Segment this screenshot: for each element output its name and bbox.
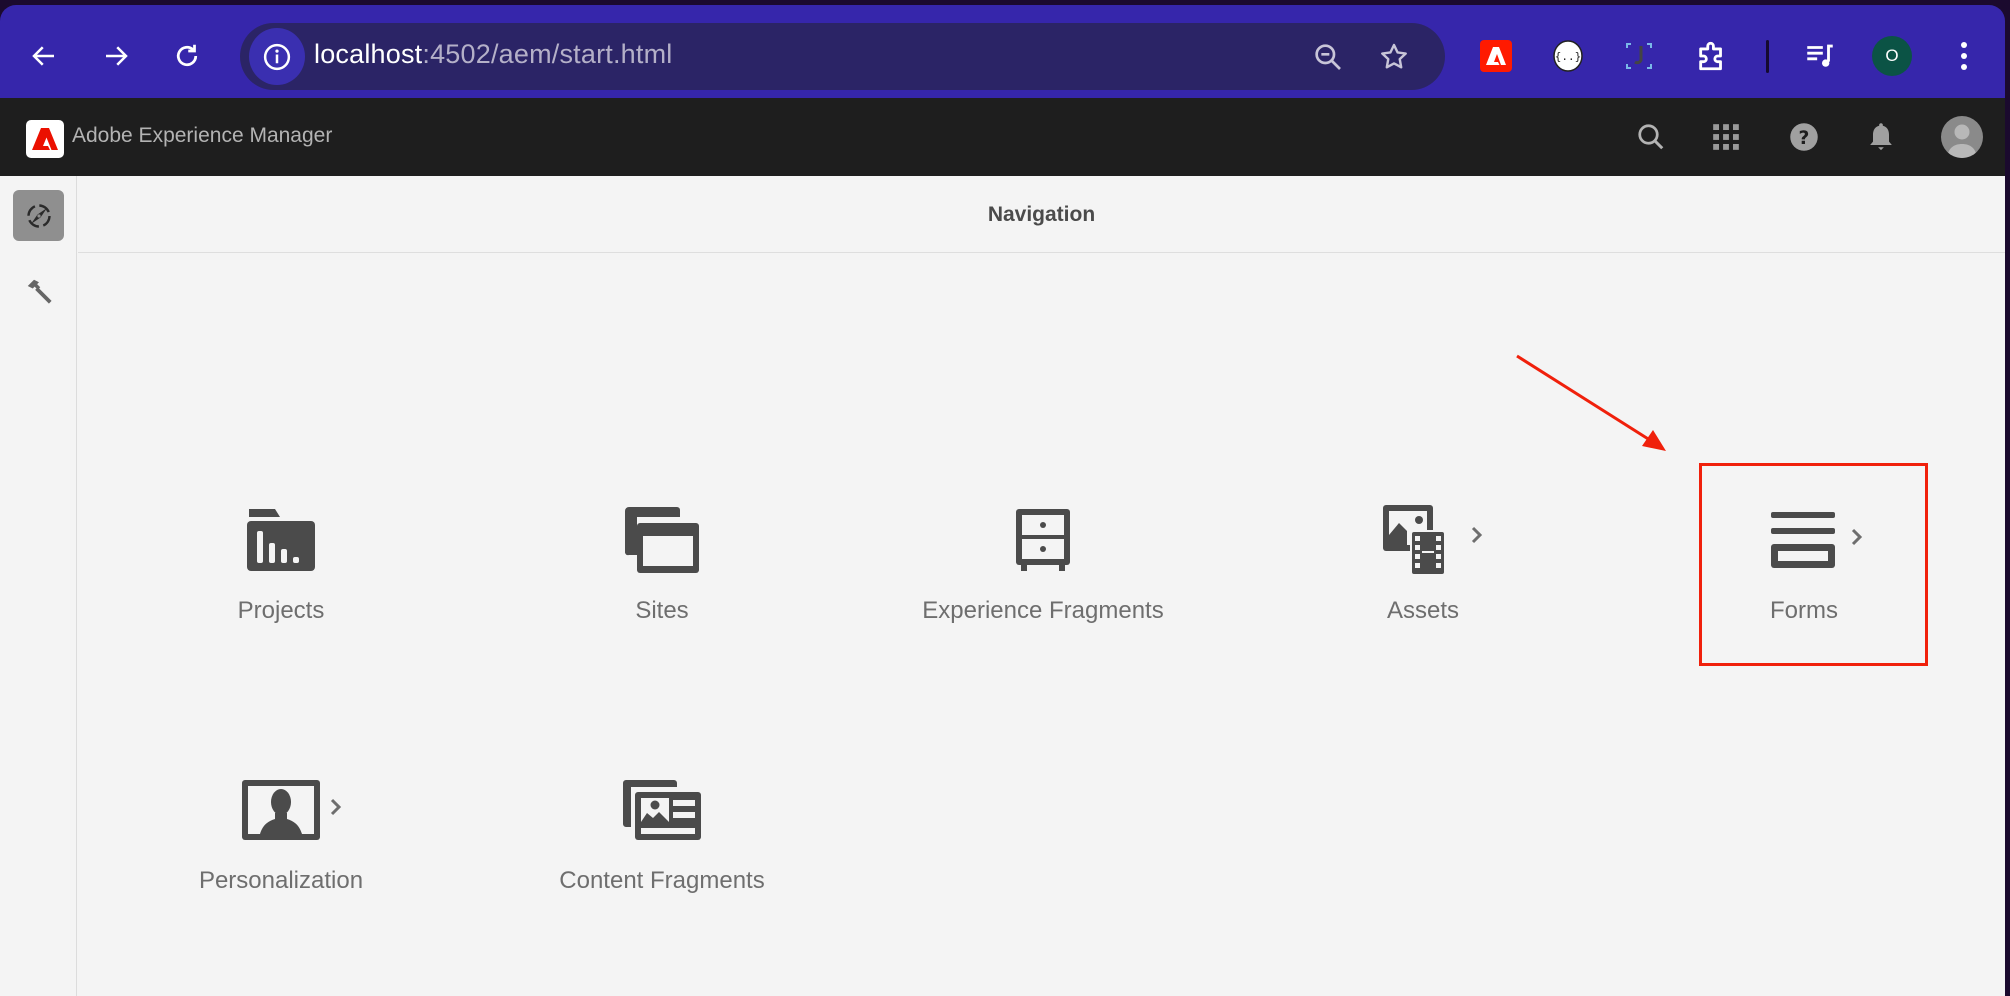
info-icon — [263, 43, 291, 70]
main-content: Navigation Projects Sites Experience Fra… — [0, 176, 2005, 996]
tile-label: Personalization — [198, 867, 364, 894]
nav-tile-content-fragments[interactable]: Content Fragments — [547, 730, 777, 930]
browser-toolbar: localhost:4502/aem/start.html {..} O — [0, 5, 2005, 98]
url-text[interactable]: localhost:4502/aem/start.html — [314, 39, 673, 70]
zoom-out-button[interactable] — [1312, 41, 1344, 73]
sites-windows-icon — [547, 500, 777, 580]
profile-button[interactable]: O — [1872, 36, 1912, 76]
help-button[interactable]: ? — [1786, 119, 1822, 155]
notifications-bell-icon — [1870, 123, 1892, 151]
chevron-right-icon — [1851, 528, 1863, 546]
search-icon — [1638, 124, 1664, 150]
hammer-icon — [27, 279, 52, 304]
app-title[interactable]: Adobe Experience Manager — [72, 124, 332, 148]
bookmark-button[interactable] — [1378, 41, 1410, 73]
tile-label: Experience Fragments — [922, 597, 1164, 624]
bracket-extension-button[interactable] — [1622, 39, 1656, 73]
solutions-button[interactable] — [1708, 119, 1744, 155]
tile-label: Forms — [1770, 597, 1838, 624]
tile-label: Projects — [237, 597, 325, 624]
rail-item-tools[interactable] — [13, 265, 64, 316]
projects-folder-icon — [166, 500, 396, 580]
adobe-logo[interactable] — [26, 120, 64, 158]
nav-tile-sites[interactable]: Sites — [547, 460, 777, 660]
user-avatar[interactable] — [1941, 116, 1983, 158]
svg-text:{..}: {..} — [1555, 50, 1582, 63]
browser-menu-button[interactable] — [1947, 39, 1981, 73]
forward-arrow-icon — [106, 46, 128, 66]
json-formatter-extension-button[interactable]: {..} — [1551, 39, 1585, 73]
forms-icon — [1689, 500, 1919, 580]
nav-tile-projects[interactable]: Projects — [166, 460, 396, 660]
experience-fragments-cabinet-icon — [928, 500, 1158, 580]
apps-grid-icon — [1713, 124, 1739, 150]
adobe-extension-button[interactable] — [1479, 39, 1513, 73]
left-rail — [0, 176, 77, 996]
address-bar[interactable]: localhost:4502/aem/start.html — [240, 23, 1445, 90]
extensions-button[interactable] — [1695, 39, 1729, 73]
navigation-header: Navigation — [78, 176, 2005, 253]
adobe-logo-icon — [32, 128, 58, 150]
nav-tile-experience-fragments[interactable]: Experience Fragments — [922, 460, 1164, 660]
nav-tile-assets[interactable]: Assets — [1308, 460, 1538, 660]
screen: localhost:4502/aem/start.html {..} O Ado… — [0, 0, 2010, 996]
back-button[interactable] — [24, 36, 64, 76]
media-controls-button[interactable] — [1803, 39, 1837, 73]
url-path: :4502/aem/start.html — [422, 39, 673, 69]
tile-label: Assets — [1386, 597, 1460, 624]
media-controls-icon — [1807, 44, 1833, 67]
chevron-right-icon — [1471, 526, 1483, 544]
adobe-extension-icon — [1480, 40, 1512, 72]
content-fragments-card-icon — [547, 770, 777, 850]
extensions-puzzle-icon — [1699, 41, 1722, 71]
back-arrow-icon — [32, 46, 54, 66]
notifications-button[interactable] — [1863, 119, 1899, 155]
nav-tile-personalization[interactable]: Personalization — [166, 730, 396, 930]
reload-button[interactable] — [167, 36, 207, 76]
page-title: Navigation — [987, 203, 1096, 226]
kebab-menu-icon — [1961, 42, 1967, 70]
assets-image-film-icon — [1308, 500, 1538, 580]
site-info-button[interactable] — [249, 28, 305, 85]
zoom-out-icon — [1315, 44, 1341, 70]
toolbar-divider — [1766, 40, 1769, 73]
personalization-person-icon — [166, 770, 396, 850]
reload-icon — [176, 44, 198, 67]
tile-label: Content Fragments — [559, 867, 765, 894]
tile-label: Sites — [635, 597, 689, 624]
search-button[interactable] — [1633, 119, 1669, 155]
bookmark-star-icon — [1381, 43, 1407, 69]
compass-icon — [26, 203, 51, 228]
forward-button[interactable] — [96, 36, 136, 76]
profile-initial: O — [1885, 46, 1899, 65]
rail-item-navigation[interactable] — [13, 190, 64, 241]
aem-header: Adobe Experience Manager ? — [0, 98, 2005, 176]
bracket-extension-icon — [1626, 43, 1652, 69]
chevron-right-icon — [330, 798, 342, 816]
nav-tile-forms[interactable]: Forms — [1689, 460, 1919, 660]
url-host: localhost — [314, 39, 423, 69]
user-silhouette-icon — [1947, 124, 1977, 158]
help-icon: ? — [1790, 123, 1818, 151]
svg-text:?: ? — [1799, 128, 1810, 149]
json-formatter-extension-icon: {..} — [1553, 40, 1583, 72]
